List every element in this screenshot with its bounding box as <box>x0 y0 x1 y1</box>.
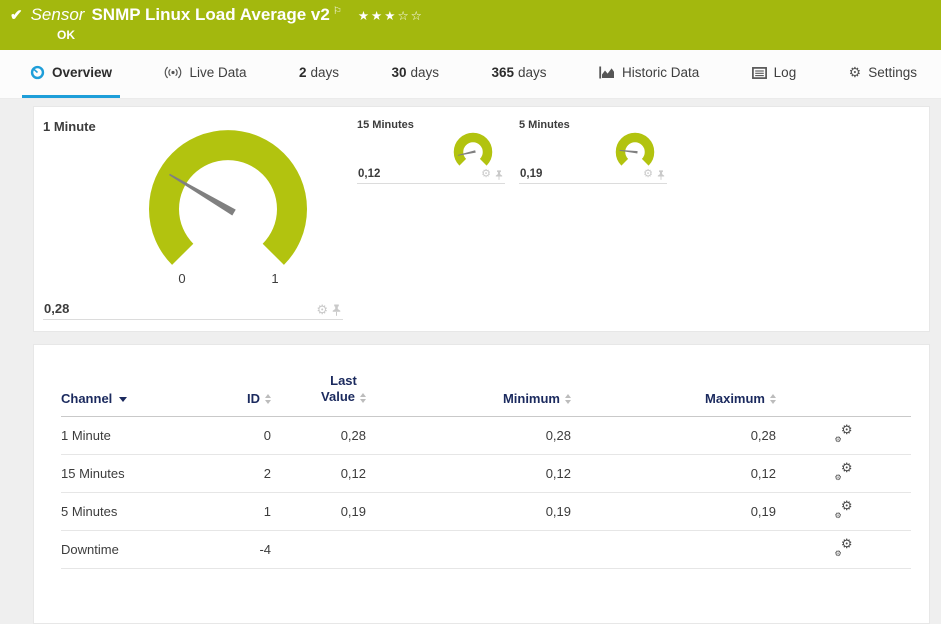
column-label: Minimum <box>502 390 560 406</box>
channel-name[interactable]: Downtime <box>61 530 226 569</box>
column-label: Channel <box>61 390 113 406</box>
gauge-settings-gear-icon[interactable]: ⚙ <box>643 169 653 180</box>
table-row-15-minutes: 15 Minutes 2 0,12 0,12 0,12 ⚙ ⚙ <box>61 454 911 493</box>
column-label: Last <box>330 373 357 388</box>
tab-bar: Overview Live Data 2 days 30 days 365 days … <box>0 50 941 99</box>
tab-label: days <box>517 65 547 80</box>
channel-name[interactable]: 5 Minutes <box>61 492 226 531</box>
channel-minimum: 0,19 <box>366 492 571 531</box>
channel-settings-icon[interactable]: ⚙ ⚙ <box>835 461 853 482</box>
tab-log[interactable]: Log <box>744 50 805 98</box>
tab-label: Live Data <box>189 65 247 80</box>
channel-name[interactable]: 15 Minutes <box>61 454 226 493</box>
tab-365-days[interactable]: 365 days <box>483 50 554 98</box>
channel-last-value: 0,12 <box>271 454 366 493</box>
sort-icon <box>265 394 271 405</box>
tab-label: days <box>310 65 340 80</box>
gauge-scale-min: 0 <box>178 271 185 286</box>
tab-label: Settings <box>868 65 917 80</box>
channel-id: 2 <box>226 454 271 493</box>
sort-icon <box>770 394 776 405</box>
gauge-pin-icon[interactable] <box>332 304 341 316</box>
live-data-icon <box>165 66 182 79</box>
tab-overview[interactable]: Overview <box>22 50 121 98</box>
priority-stars[interactable]: ★★★☆☆ <box>358 8 424 23</box>
column-label: Maximum <box>705 390 765 406</box>
column-header-maximum[interactable]: Maximum <box>571 357 776 417</box>
status-ok-check-icon: ✔ <box>10 7 23 24</box>
gauge-settings-gear-icon[interactable]: ⚙ <box>481 169 491 180</box>
channel-minimum: 0,28 <box>366 416 571 455</box>
column-header-minimum[interactable]: Minimum <box>366 357 571 417</box>
column-label: Value <box>321 389 355 405</box>
channel-last-value: 0,28 <box>271 416 366 455</box>
gauge-value: 0,28 <box>44 301 70 316</box>
tab-number: 2 <box>298 65 307 80</box>
channel-name[interactable]: 1 Minute <box>61 416 226 455</box>
tab-live-data[interactable]: Live Data <box>156 50 254 98</box>
channel-minimum: 0,12 <box>366 454 571 493</box>
sensor-status-header: ✔ Sensor SNMP Linux Load Average v2 ⚐ ★★… <box>0 0 941 50</box>
sensor-title: SNMP Linux Load Average v2 <box>91 5 330 24</box>
tab-number: 30 <box>391 65 407 80</box>
table-row-downtime: Downtime -4 ⚙ ⚙ <box>61 530 911 569</box>
tab-30-days[interactable]: 30 days <box>383 50 447 98</box>
tab-label: days <box>410 65 440 80</box>
gauge-panel-15-minutes: 15 Minutes 0,12 ⚙ <box>357 119 505 184</box>
flag-icon[interactable]: ⚐ <box>333 6 342 17</box>
table-row-1-minute: 1 Minute 0 0,28 0,28 0,28 ⚙ ⚙ <box>61 416 911 455</box>
channel-settings-icon[interactable]: ⚙ ⚙ <box>835 423 853 444</box>
tab-label: Overview <box>52 65 113 80</box>
gauge-pin-icon[interactable] <box>657 169 665 180</box>
tab-label: Log <box>773 65 797 80</box>
gauge-panel-5-minutes: 5 Minutes 0,19 ⚙ <box>519 119 667 184</box>
gauge-pin-icon[interactable] <box>495 169 503 180</box>
channels-panel: Channel ID Last Value Minimum Maximum 1 … <box>33 344 930 624</box>
column-label: ID <box>247 390 260 406</box>
stars-empty-icon: ☆☆ <box>397 9 424 23</box>
settings-gear-icon: ⚙ <box>848 64 862 80</box>
gauges-panel: 1 Minute 0 1 0,28 ⚙ 15 Minutes 0,12 ⚙ 5 … <box>33 106 930 332</box>
overview-content: 1 Minute 0 1 0,28 ⚙ 15 Minutes 0,12 ⚙ 5 … <box>0 99 941 624</box>
column-header-channel[interactable]: Channel <box>61 357 226 417</box>
sort-icon <box>565 394 571 405</box>
stars-filled-icon: ★★★ <box>357 9 398 23</box>
channel-minimum <box>366 530 571 569</box>
channel-maximum: 0,28 <box>571 416 776 455</box>
tab-2-days[interactable]: 2 days <box>291 50 347 98</box>
channel-id: 0 <box>226 416 271 455</box>
historic-chart-icon <box>599 66 614 79</box>
channel-last-value <box>271 530 366 569</box>
gauge-settings-gear-icon[interactable]: ⚙ <box>316 303 328 316</box>
channel-maximum: 0,19 <box>571 492 776 531</box>
sensor-status-badge: OK <box>57 28 75 42</box>
channels-table: Channel ID Last Value Minimum Maximum 1 … <box>61 357 911 569</box>
sort-desc-caret-icon <box>119 396 128 402</box>
channel-last-value: 0,19 <box>271 492 366 531</box>
column-header-last-value[interactable]: Last Value <box>271 357 366 417</box>
gauge-icon <box>30 65 45 80</box>
sort-icon <box>360 392 366 403</box>
channel-settings-icon[interactable]: ⚙ ⚙ <box>835 537 853 558</box>
tab-settings[interactable]: ⚙ Settings <box>841 50 925 98</box>
channel-id: 1 <box>226 492 271 531</box>
object-kind-label: Sensor <box>30 5 85 24</box>
gauge-value: 0,19 <box>520 168 543 180</box>
sensor-title-row: ✔ Sensor SNMP Linux Load Average v2 ⚐ ★★… <box>0 5 941 25</box>
channel-maximum <box>571 530 776 569</box>
tab-label: Historic Data <box>621 65 700 80</box>
log-icon <box>751 66 767 79</box>
column-header-settings <box>776 357 911 417</box>
column-header-id[interactable]: ID <box>226 357 271 417</box>
tab-number: 365 <box>491 65 514 80</box>
channel-settings-icon[interactable]: ⚙ ⚙ <box>835 499 853 520</box>
gauge-value: 0,12 <box>358 168 381 180</box>
table-row-5-minutes: 5 Minutes 1 0,19 0,19 0,19 ⚙ ⚙ <box>61 492 911 531</box>
channel-maximum: 0,12 <box>571 454 776 493</box>
gauge-dial: 0 1 <box>149 130 307 286</box>
tab-historic-data[interactable]: Historic Data <box>591 50 707 98</box>
channel-id: -4 <box>226 530 271 569</box>
gauge-panel-1-minute: 1 Minute 0 1 0,28 ⚙ <box>43 119 343 320</box>
gauge-scale-max: 1 <box>271 271 278 286</box>
